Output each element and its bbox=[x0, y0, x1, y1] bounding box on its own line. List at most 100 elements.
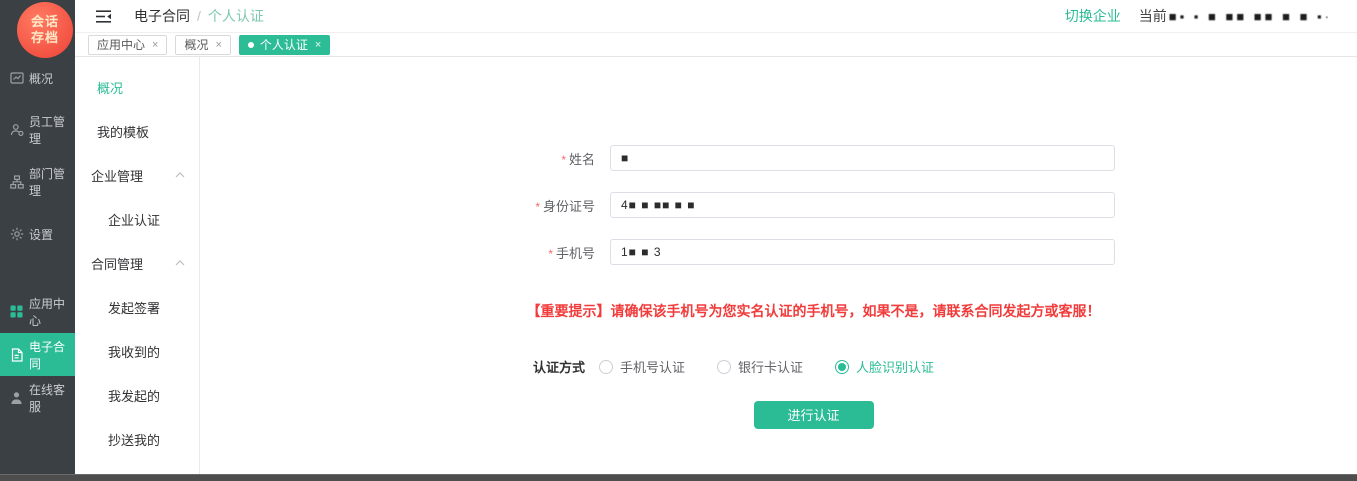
menu-item-label: 企业认证 bbox=[108, 210, 160, 229]
form-row-id-number: *身份证号 4■ ■ ■■ ■ ■ bbox=[200, 192, 1357, 218]
chevron-up-icon bbox=[175, 260, 185, 266]
phone-label: *手机号 bbox=[200, 243, 610, 262]
menu-fold-icon[interactable] bbox=[95, 9, 112, 24]
form-row-phone: *手机号 1■ ■ 3 bbox=[200, 239, 1357, 265]
phone-value: 1■ ■ 3 bbox=[621, 245, 662, 259]
auth-method-label: 认证方式 bbox=[533, 357, 585, 376]
menu-item-label: 抄送我的 bbox=[108, 430, 160, 449]
radio-bankcard-auth[interactable]: 银行卡认证 bbox=[717, 357, 803, 376]
menu-group-label: 企业管理 bbox=[91, 166, 143, 185]
sidebar-item-employees[interactable]: 员工管理 bbox=[0, 104, 75, 156]
menu-item-label: 我发起的 bbox=[108, 386, 160, 405]
menu-item-initiate-sign[interactable]: 发起签署 bbox=[75, 285, 199, 329]
menu-group-label: 合同管理 bbox=[91, 254, 143, 273]
submit-row: 进行认证 bbox=[270, 401, 1357, 429]
tab-app-center[interactable]: 应用中心 × bbox=[88, 35, 167, 55]
app-logo[interactable]: 会话 存档 bbox=[17, 2, 73, 58]
phone-input[interactable]: 1■ ■ 3 bbox=[610, 239, 1115, 265]
customer-service-icon bbox=[9, 390, 24, 405]
start-auth-button[interactable]: 进行认证 bbox=[754, 401, 874, 429]
radio-phone-auth[interactable]: 手机号认证 bbox=[599, 357, 685, 376]
name-label: *姓名 bbox=[200, 149, 610, 168]
logo-text-line2: 存档 bbox=[31, 30, 59, 46]
radio-label: 人脸识别认证 bbox=[856, 357, 934, 376]
current-company: 当前 ■▪ ▪ ■ ■■ ■■ ■ ■ ▪· bbox=[1139, 6, 1332, 26]
menu-item-received[interactable]: 我收到的 bbox=[75, 329, 199, 373]
required-asterisk: * bbox=[561, 153, 566, 167]
sidebar-item-label: 部门管理 bbox=[29, 165, 75, 199]
app-grid-icon bbox=[9, 304, 24, 319]
id-number-input[interactable]: 4■ ■ ■■ ■ ■ bbox=[610, 192, 1115, 218]
sidebar-item-customer-service[interactable]: 在线客服 bbox=[0, 376, 75, 419]
name-input[interactable]: ■ bbox=[610, 145, 1115, 171]
menu-item-my-templates[interactable]: 我的模板 bbox=[75, 109, 199, 153]
id-number-label: *身份证号 bbox=[200, 196, 610, 215]
close-icon[interactable]: × bbox=[215, 39, 221, 51]
menu-item-overview[interactable]: 概况 bbox=[75, 65, 199, 109]
radio-label: 手机号认证 bbox=[620, 357, 685, 376]
form-row-name: *姓名 ■ bbox=[200, 145, 1357, 171]
menu-item-cc-me[interactable]: 抄送我的 bbox=[75, 417, 199, 461]
menu-group-contract-mgmt[interactable]: 合同管理 bbox=[75, 241, 199, 285]
radio-icon bbox=[717, 360, 731, 374]
tab-personal-auth[interactable]: 个人认证 × bbox=[239, 35, 330, 55]
important-notice: 【重要提示】请确保该手机号为您实名认证的手机号，如果不是，请联系合同发起方或客服… bbox=[270, 301, 1357, 321]
tab-label: 应用中心 bbox=[97, 36, 145, 53]
employee-icon bbox=[9, 123, 24, 138]
menu-item-label: 发起签署 bbox=[108, 298, 160, 317]
menu-group-enterprise-mgmt[interactable]: 企业管理 bbox=[75, 153, 199, 197]
topbar-right: 切换企业 当前 ■▪ ▪ ■ ■■ ■■ ■ ■ ▪· bbox=[1065, 6, 1332, 26]
menu-item-label: 概况 bbox=[97, 78, 123, 97]
menu-item-enterprise-auth[interactable]: 企业认证 bbox=[75, 197, 199, 241]
chevron-up-icon bbox=[175, 172, 185, 178]
top-bar: 电子合同 / 个人认证 切换企业 当前 ■▪ ▪ ■ ■■ ■■ ■ ■ ▪· bbox=[75, 0, 1357, 33]
tab-label: 概况 bbox=[184, 36, 208, 53]
sidebar-item-departments[interactable]: 部门管理 bbox=[0, 156, 75, 208]
gear-icon bbox=[9, 227, 24, 242]
sidebar-item-app-center[interactable]: 应用中心 bbox=[0, 290, 75, 333]
menu-item-initiated[interactable]: 我发起的 bbox=[75, 373, 199, 417]
secondary-sidebar: 概况 我的模板 企业管理 企业认证 合同管理 发起签署 我收到的 我发起的 bbox=[75, 57, 200, 474]
sidebar-item-label: 设置 bbox=[29, 226, 53, 243]
close-icon[interactable]: × bbox=[315, 39, 321, 51]
active-dot-icon bbox=[248, 42, 254, 48]
main-content: *姓名 ■ *身份证号 4■ ■ ■■ ■ ■ *手机号 bbox=[200, 57, 1357, 474]
sidebar-item-e-contract[interactable]: 电子合同 bbox=[0, 333, 75, 376]
breadcrumb-separator: / bbox=[197, 8, 201, 24]
tab-overview[interactable]: 概况 × bbox=[175, 35, 230, 55]
current-company-prefix: 当前 bbox=[1139, 6, 1167, 26]
tab-bar: 应用中心 × 概况 × 个人认证 × bbox=[75, 33, 1357, 57]
primary-nav-top: 概况 员工管理 部门管理 设置 bbox=[0, 52, 75, 260]
radio-label: 银行卡认证 bbox=[738, 357, 803, 376]
menu-item-label: 我收到的 bbox=[108, 342, 160, 361]
horizontal-scrollbar[interactable] bbox=[0, 474, 1357, 481]
sidebar-item-settings[interactable]: 设置 bbox=[0, 208, 75, 260]
org-tree-icon bbox=[9, 175, 24, 190]
tab-label: 个人认证 bbox=[260, 36, 308, 53]
required-asterisk: * bbox=[548, 247, 553, 261]
line-chart-icon bbox=[9, 71, 24, 86]
primary-sidebar: 会话 存档 概况 员工管理 部门管理 bbox=[0, 0, 75, 481]
sidebar-item-label: 员工管理 bbox=[29, 113, 75, 147]
sidebar-item-label: 电子合同 bbox=[29, 338, 75, 372]
breadcrumb-section[interactable]: 电子合同 bbox=[134, 6, 190, 26]
sidebar-item-label: 概况 bbox=[29, 70, 53, 87]
radio-icon bbox=[599, 360, 613, 374]
current-company-redacted: ■▪ ▪ ■ ■■ ■■ ■ ■ ▪· bbox=[1169, 9, 1332, 24]
personal-auth-form: *姓名 ■ *身份证号 4■ ■ ■■ ■ ■ *手机号 bbox=[200, 57, 1357, 429]
required-asterisk: * bbox=[535, 200, 540, 214]
primary-nav-bottom: 应用中心 电子合同 在线客服 bbox=[0, 290, 75, 419]
sidebar-item-label: 应用中心 bbox=[29, 295, 75, 329]
sidebar-item-label: 在线客服 bbox=[29, 381, 75, 415]
app-screen: 会话 存档 概况 员工管理 部门管理 bbox=[0, 0, 1357, 481]
radio-selected-icon bbox=[835, 360, 849, 374]
close-icon[interactable]: × bbox=[152, 39, 158, 51]
radio-face-auth[interactable]: 人脸识别认证 bbox=[835, 357, 934, 376]
auth-method-row: 认证方式 手机号认证 银行卡认证 人脸识别认证 bbox=[533, 357, 1357, 376]
breadcrumb-current: 个人认证 bbox=[208, 6, 264, 26]
sidebar-item-overview[interactable]: 概况 bbox=[0, 52, 75, 104]
menu-item-label: 我的模板 bbox=[97, 122, 149, 141]
contract-doc-icon bbox=[9, 347, 24, 362]
id-number-value: 4■ ■ ■■ ■ ■ bbox=[621, 198, 696, 212]
switch-company-link[interactable]: 切换企业 bbox=[1065, 6, 1121, 26]
